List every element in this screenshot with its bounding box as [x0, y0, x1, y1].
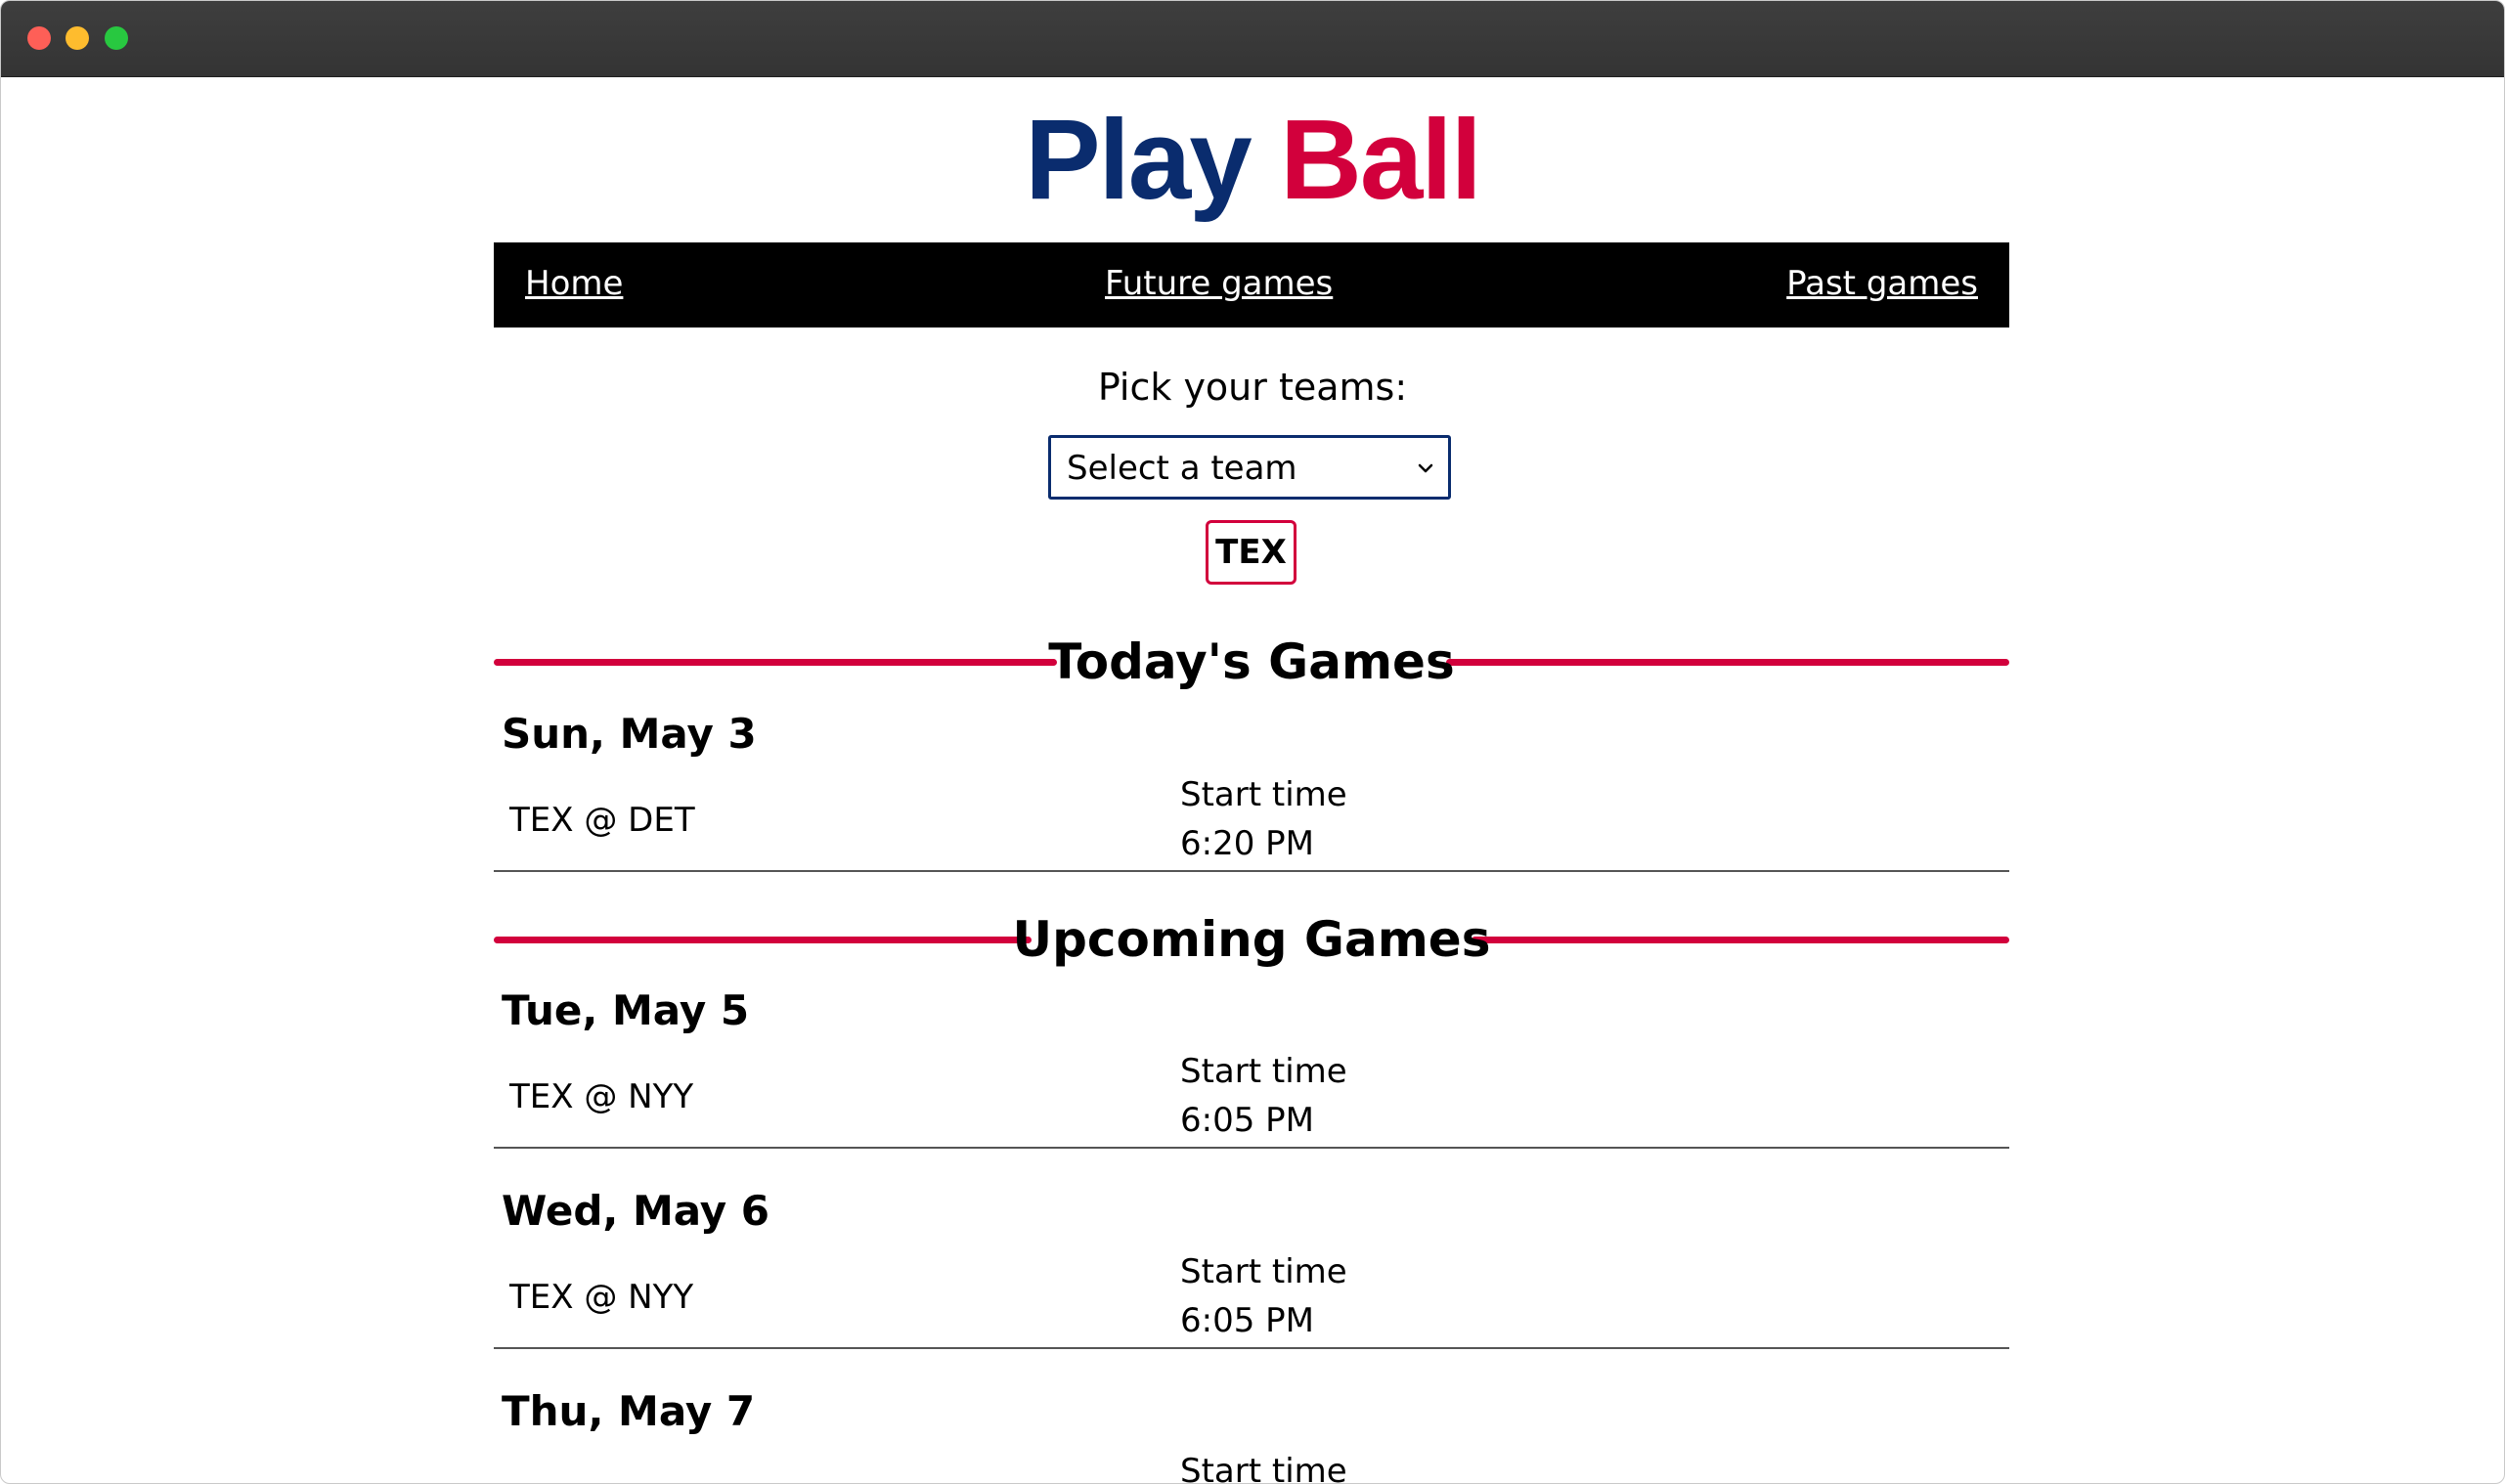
start-time-value: 6:05 PM	[1180, 1101, 1314, 1140]
start-time-label: Start time	[1180, 775, 1347, 814]
upcoming-games-header: Upcoming Games	[494, 910, 2009, 969]
game-matchup: TEX @ DET	[509, 801, 695, 840]
start-time-value: 6:20 PM	[1180, 824, 1314, 863]
start-time-label: Start time	[1180, 1252, 1347, 1291]
logo-word-ball: Ball	[1280, 96, 1482, 223]
selected-team-chip[interactable]: TEX	[1206, 520, 1296, 585]
upcoming-games-title: Upcoming Games	[1012, 911, 1491, 968]
game-matchup: TEX @ NYY	[509, 1278, 694, 1317]
todays-games-header: Today's Games	[494, 633, 2009, 691]
game-date: Thu, May 7	[502, 1387, 756, 1435]
start-time-value: 6:05 PM	[1180, 1301, 1314, 1340]
game-divider	[494, 1147, 2009, 1149]
zoom-window-button[interactable]	[105, 26, 128, 50]
main-nav: Home Future games Past games	[494, 242, 2009, 327]
nav-home-link[interactable]: Home	[525, 262, 623, 305]
nav-past-games-link[interactable]: Past games	[1786, 262, 1978, 305]
game-date: Tue, May 5	[502, 986, 750, 1034]
team-select[interactable]: Select a team	[1048, 435, 1451, 500]
team-select-value: Select a team	[1067, 449, 1297, 488]
game-date: Wed, May 6	[502, 1187, 770, 1235]
chevron-down-icon	[1418, 463, 1433, 473]
game-card: Wed, May 6 TEX @ NYY Start time 6:05 PM	[494, 1187, 2009, 1349]
game-divider	[494, 870, 2009, 872]
page-content: Play Ball Home Future games Past games P…	[1, 77, 2504, 1483]
start-time-label: Start time	[1180, 1052, 1347, 1091]
game-divider	[494, 1347, 2009, 1349]
game-date: Sun, May 3	[502, 710, 757, 758]
game-card: Tue, May 5 TEX @ NYY Start time 6:05 PM	[494, 986, 2009, 1149]
todays-games-title: Today's Games	[1048, 633, 1455, 690]
nav-future-games-link[interactable]: Future games	[1105, 262, 1333, 305]
pick-teams-label: Pick your teams:	[1097, 366, 1408, 409]
game-card: Thu, May 7 Start time	[494, 1387, 2009, 1483]
start-time-label: Start time	[1180, 1452, 1347, 1484]
close-window-button[interactable]	[27, 26, 51, 50]
minimize-window-button[interactable]	[66, 26, 89, 50]
window-titlebar	[1, 1, 2504, 77]
logo-word-play: Play	[1025, 96, 1252, 223]
game-matchup: TEX @ NYY	[509, 1077, 694, 1116]
browser-window: Play Ball Home Future games Past games P…	[0, 0, 2505, 1484]
game-card: Sun, May 3 TEX @ DET Start time 6:20 PM	[494, 710, 2009, 872]
site-logo[interactable]: Play Ball	[1, 103, 2504, 216]
